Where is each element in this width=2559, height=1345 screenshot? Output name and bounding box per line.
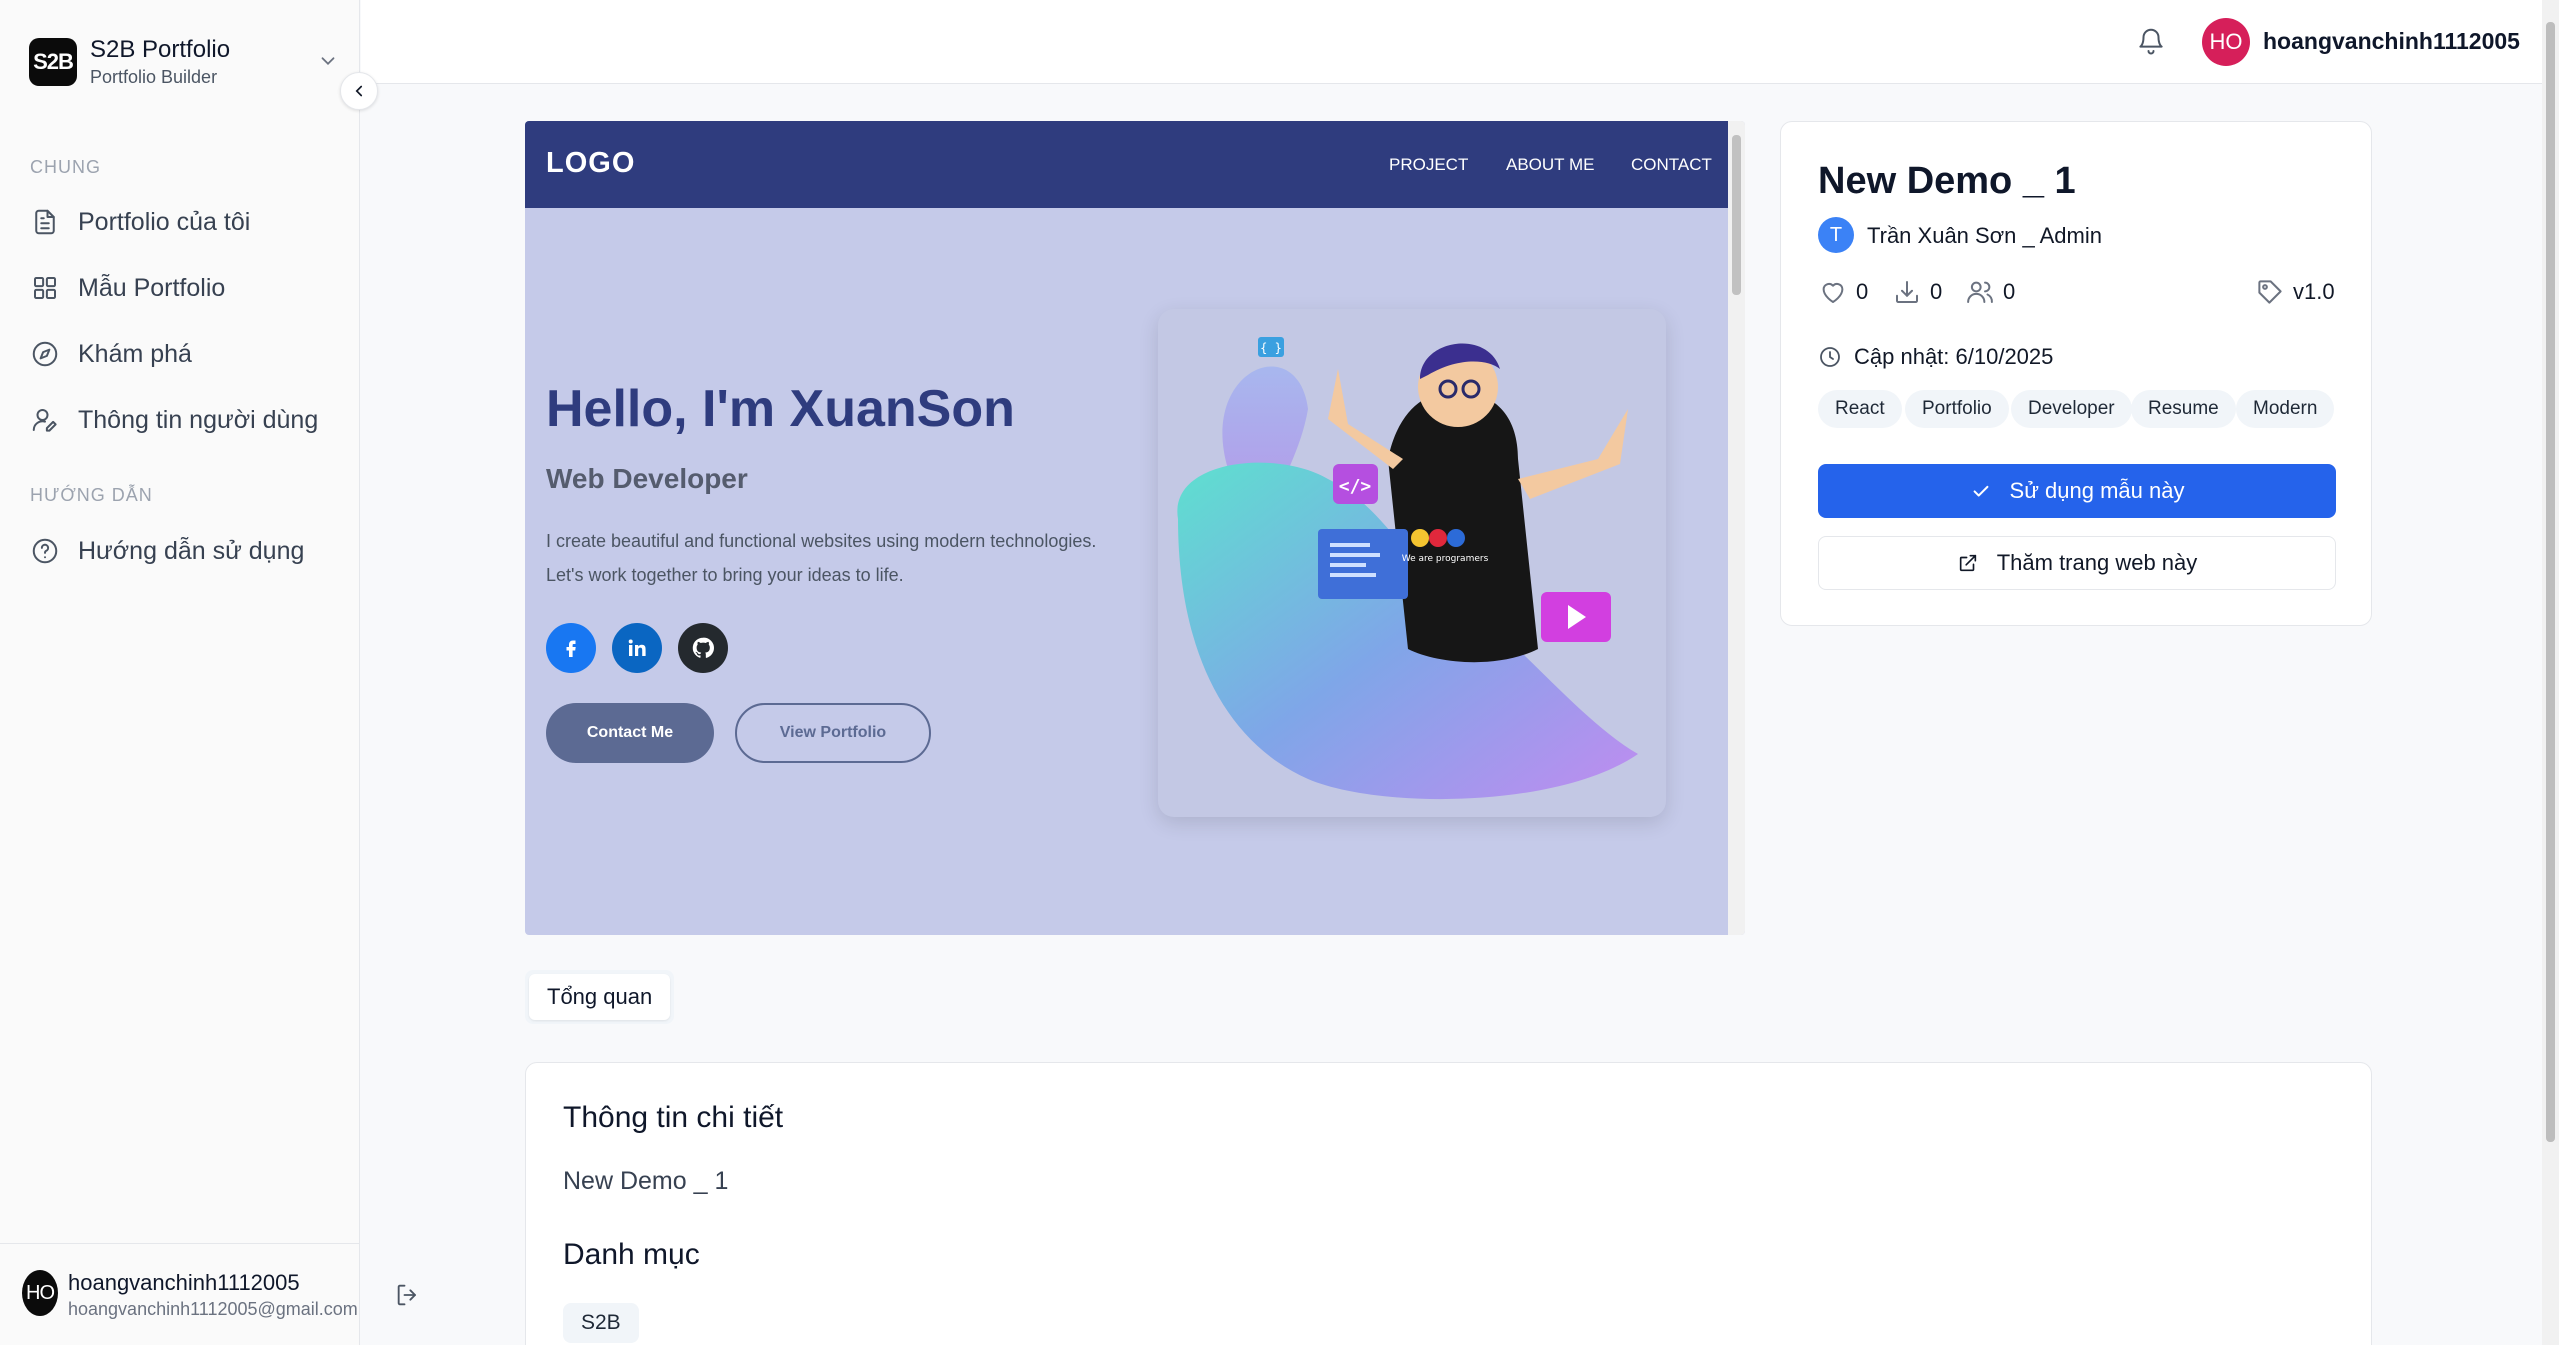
template-preview[interactable]: LOGO PROJECT ABOUT ME CONTACT Hello, I'm… <box>525 121 1745 935</box>
footer-username: hoangvanchinh1112005 <box>68 1270 300 1295</box>
visit-website-label: Thăm trang web này <box>1996 550 2198 575</box>
author-avatar: T <box>1818 217 1854 253</box>
preview-navbar: LOGO PROJECT ABOUT ME CONTACT <box>525 121 1728 208</box>
download-count-value: 0 <box>1930 279 1943 304</box>
page-scrollbar[interactable] <box>2542 0 2559 1345</box>
sidebar-item-my-portfolio[interactable]: Portfolio của tôi <box>30 200 340 244</box>
updated-date: Cập nhật: 6/10/2025 <box>1818 344 2053 370</box>
use-template-button[interactable]: Sử dụng mẫu này <box>1818 464 2336 518</box>
heart-icon <box>1822 283 1844 303</box>
page-scrollbar-thumb[interactable] <box>2546 22 2555 1142</box>
template-info-card: New Demo _ 1 T Trần Xuân Sơn _ Admin 0 0… <box>1780 121 2372 626</box>
preview-nav-contact[interactable]: CONTACT <box>1631 155 1712 175</box>
collapse-sidebar-button[interactable] <box>340 72 378 110</box>
preview-hero-illustration: </> { } We are programers <box>1158 309 1666 817</box>
version-value: v1.0 <box>2293 279 2335 304</box>
file-text-icon <box>35 209 55 235</box>
preview-scrollbar-thumb[interactable] <box>1732 135 1741 295</box>
detail-description: New Demo _ 1 <box>563 1167 729 1195</box>
template-title: New Demo _ 1 <box>1818 160 2076 202</box>
preview-contact-button[interactable]: Contact Me <box>546 703 714 763</box>
chevron-down-icon <box>321 57 335 66</box>
help-circle-icon <box>32 538 58 564</box>
use-template-label: Sử dụng mẫu này <box>2009 478 2185 503</box>
brand-switcher[interactable]: S2B S2B Portfolio Portfolio Builder <box>29 34 339 90</box>
sidebar-item-label: Portfolio của tôi <box>78 207 251 236</box>
like-count-value: 0 <box>1856 279 1869 304</box>
tag-chip[interactable]: Developer <box>2011 390 2132 428</box>
art-tshirt-text: We are programers <box>1402 554 1489 564</box>
detail-heading: Thông tin chi tiết <box>563 1101 784 1134</box>
brand-subtitle: Portfolio Builder <box>90 67 218 87</box>
programmer-illustration: </> { } We are programers <box>1177 337 1638 800</box>
avatar: HO <box>22 1270 58 1316</box>
clock-icon <box>1820 347 1840 367</box>
preview-nav-about[interactable]: ABOUT ME <box>1506 155 1594 175</box>
sidebar-user-panel: HO hoangvanchinh1112005 hoangvanchinh111… <box>0 1243 360 1345</box>
preview-hero-title: Hello, I'm XuanSon <box>546 380 1015 438</box>
like-count[interactable]: 0 <box>1818 276 1868 308</box>
sidebar-item-user-info[interactable]: Thông tin người dùng <box>30 398 340 442</box>
preview-portfolio-button[interactable]: View Portfolio <box>735 703 931 763</box>
category-chip[interactable]: S2B <box>563 1303 639 1343</box>
chevron-left-icon <box>355 85 363 97</box>
sidebar-item-templates[interactable]: Mẫu Portfolio <box>30 266 340 310</box>
preview-logo: LOGO <box>546 147 636 179</box>
facebook-icon[interactable] <box>546 623 596 673</box>
github-icon[interactable] <box>678 623 728 673</box>
brand-logo: S2B <box>29 38 77 86</box>
download-count: 0 <box>1892 276 1942 308</box>
footer-email: hoangvanchinh1112005@gmail.com <box>68 1299 358 1319</box>
tag-icon <box>2258 280 2282 304</box>
sidebar-item-label: Thông tin người dùng <box>78 405 319 434</box>
tag-chip[interactable]: Portfolio <box>1905 390 2009 428</box>
preview-hero-role: Web Developer <box>546 463 748 494</box>
check-icon <box>1973 485 1988 497</box>
user-count-value: 0 <box>2003 279 2016 304</box>
linkedin-icon[interactable] <box>612 623 662 673</box>
grid-icon <box>34 277 56 299</box>
sidebar-item-explore[interactable]: Khám phá <box>30 332 340 376</box>
updated-date-text: Cập nhật: 6/10/2025 <box>1854 344 2054 369</box>
section-label-general: CHUNG <box>30 157 101 177</box>
download-icon <box>1896 281 1918 303</box>
category-heading: Danh mục <box>563 1238 700 1271</box>
sidebar-item-label: Hướng dẫn sử dụng <box>78 536 305 565</box>
users-icon <box>1967 281 1993 303</box>
preview-scrollbar[interactable] <box>1728 121 1745 935</box>
header-username[interactable]: hoangvanchinh1112005 <box>2263 28 2520 55</box>
external-link-icon <box>1959 554 1976 572</box>
tag-chip[interactable]: React <box>1818 390 1902 428</box>
tab-overview[interactable]: Tổng quan <box>529 974 671 1020</box>
section-label-guide: HƯỚNG DẪN <box>30 485 153 505</box>
sidebar-item-label: Khám phá <box>78 339 192 368</box>
tag-chip[interactable]: Resume <box>2131 390 2236 428</box>
user-count: 0 <box>1965 276 2015 308</box>
sidebar-item-guide[interactable]: Hướng dẫn sử dụng <box>30 529 340 573</box>
detail-panel: Thông tin chi tiết New Demo _ 1 Danh mục… <box>525 1062 2372 1345</box>
preview-nav-project[interactable]: PROJECT <box>1389 155 1468 175</box>
tag-chip[interactable]: Modern <box>2236 390 2335 428</box>
sidebar: S2B S2B Portfolio Portfolio Builder CHUN… <box>0 0 360 1345</box>
svg-text:{ }: { } <box>1260 341 1282 355</box>
compass-icon <box>32 341 58 367</box>
author-name: Trần Xuân Sơn _ Admin <box>1867 223 2102 248</box>
bell-icon[interactable] <box>2136 26 2166 56</box>
svg-text:</>: </> <box>1339 476 1372 497</box>
user-edit-icon <box>32 409 57 432</box>
preview-hero-description: I create beautiful and functional websit… <box>546 531 1097 585</box>
visit-website-button[interactable]: Thăm trang web này <box>1818 536 2336 590</box>
sidebar-item-label: Mẫu Portfolio <box>78 273 226 302</box>
brand-name: S2B Portfolio <box>90 36 231 63</box>
logout-icon[interactable] <box>394 1281 422 1309</box>
user-avatar[interactable]: HO <box>2202 18 2250 66</box>
version-badge: v1.0 <box>2255 276 2335 308</box>
brand-text: S2B Portfolio Portfolio Builder <box>90 35 230 89</box>
detail-tabs: Tổng quan <box>525 970 675 1024</box>
